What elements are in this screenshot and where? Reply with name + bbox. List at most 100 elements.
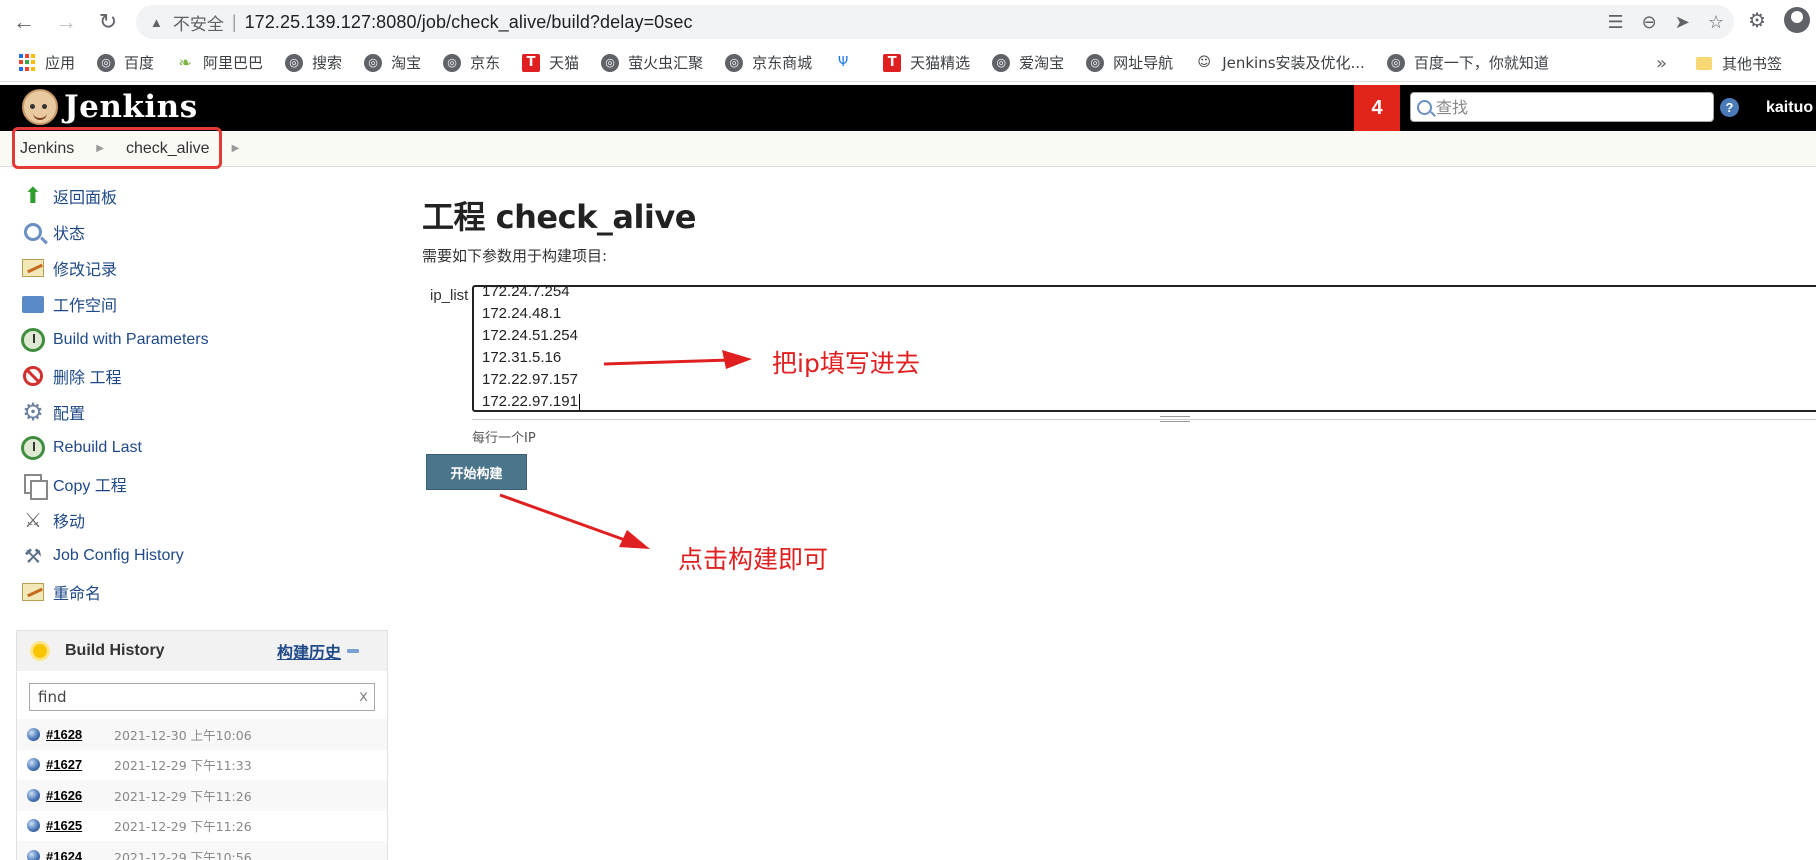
translate-icon[interactable]: ☰ [1608, 12, 1624, 33]
zoom-icon[interactable]: ⊖ [1642, 12, 1657, 33]
ip-line[interactable]: 172.24.48.1 [482, 303, 580, 325]
clear-filter-icon[interactable]: x [359, 687, 368, 705]
bookmark-item[interactable]: ◎ 网址导航 [1086, 52, 1173, 73]
notepad-icon[interactable] [22, 583, 44, 601]
clock-icon[interactable] [21, 328, 45, 352]
no-entry-icon[interactable] [23, 366, 43, 386]
build-filter-input[interactable] [38, 688, 338, 706]
search-box[interactable] [1410, 92, 1714, 122]
bookmark-label[interactable]: Jenkins安装及优化... [1222, 52, 1365, 73]
task-icon-wrapper[interactable] [20, 579, 46, 605]
bookmark-label[interactable]: 百度 [124, 52, 154, 73]
sidebar-task-label[interactable]: 重命名 [53, 580, 101, 604]
sidebar-task[interactable]: ⬆ 返回面板 [20, 178, 380, 214]
build-trend-label[interactable]: 构建历史 [277, 639, 341, 663]
bookmark-item[interactable]: ◎ 淘宝 [364, 52, 421, 73]
sidebar-task-label[interactable]: 返回面板 [53, 184, 117, 208]
sidebar-task-label[interactable]: 配置 [53, 400, 85, 424]
bookmark-item[interactable]: ◎ 搜索 [285, 52, 342, 73]
ip-line[interactable]: 172.22.97.157 [482, 369, 580, 391]
build-status-ball-icon[interactable] [27, 819, 40, 833]
extensions-icon[interactable]: ⚙ [1748, 8, 1766, 33]
bookmark-item[interactable]: T 天猫精选 [883, 52, 970, 73]
build-filter[interactable]: x [29, 683, 375, 711]
build-number-link[interactable]: #1624 [46, 849, 114, 860]
sidebar-task-label[interactable]: Copy 工程 [53, 472, 127, 496]
copy-icon[interactable] [24, 474, 48, 500]
bookmark-star-icon[interactable]: ☆ [1708, 12, 1724, 33]
up-arrow-icon[interactable]: ⬆ [24, 183, 42, 209]
bookmarks-overflow-icon[interactable]: » [1656, 44, 1667, 81]
bookmark-item[interactable]: Ψ [834, 54, 861, 72]
sidebar-task[interactable]: 工作空间 [20, 286, 380, 322]
notepad-icon[interactable] [22, 259, 44, 277]
build-status-ball-icon[interactable] [27, 727, 40, 741]
bookmark-item[interactable]: ◎ 萤火虫汇聚 [601, 52, 703, 73]
sidebar-task[interactable]: 重命名 [20, 574, 380, 610]
send-icon[interactable]: ➤ [1675, 12, 1690, 33]
ip-line[interactable]: 172.31.5.16 [482, 347, 580, 369]
notification-badge[interactable]: 4 [1354, 85, 1400, 131]
build-row[interactable]: #1628 2021-12-30 上午10:06 [17, 719, 387, 750]
ip-line[interactable]: 172.24.7.254 [482, 287, 580, 303]
ip-line[interactable]: 172.22.97.191 [482, 391, 580, 410]
bookmark-item[interactable]: 应用 [18, 52, 75, 73]
bookmark-label[interactable]: 京东商城 [752, 52, 812, 73]
sidebar-task-label[interactable]: 删除 工程 [53, 364, 121, 388]
bookmark-item[interactable]: ◎ 爱淘宝 [992, 52, 1064, 73]
user-link[interactable]: kaituo [1766, 85, 1813, 131]
bookmark-label[interactable]: 网址导航 [1113, 52, 1173, 73]
bookmark-item[interactable]: T 天猫 [522, 52, 579, 73]
sidebar-task[interactable]: 删除 工程 [20, 358, 380, 394]
build-row[interactable]: #1625 2021-12-29 下午11:26 [17, 811, 387, 842]
sidebar-task[interactable]: Copy 工程 [20, 466, 380, 502]
jenkins-logo[interactable]: Jenkins [22, 89, 198, 125]
sidebar-task-label[interactable]: 工作空间 [53, 292, 117, 316]
sidebar-task[interactable]: 修改记录 [20, 250, 380, 286]
warning-icon[interactable]: ▲ [150, 15, 163, 30]
build-status-ball-icon[interactable] [27, 849, 40, 860]
bookmark-label[interactable]: 天猫精选 [910, 52, 970, 73]
bookmark-item[interactable]: ◎ 百度 [97, 52, 154, 73]
forward-icon[interactable]: → [48, 4, 84, 40]
bookmark-label[interactable]: 百度一下，你就知道 [1414, 52, 1549, 73]
address-bar[interactable]: ▲ 不安全 | 172.25.139.127:8080/job/check_al… [136, 5, 1734, 39]
build-row[interactable]: #1626 2021-12-29 下午11:26 [17, 780, 387, 811]
bookmark-item[interactable]: ❧ 阿里巴巴 [176, 52, 263, 73]
build-row[interactable]: #1624 2021-12-29 下午10:56 [17, 841, 387, 860]
other-bookmarks[interactable]: 其他书签 [1696, 44, 1782, 81]
profile-avatar-icon[interactable] [1784, 7, 1810, 33]
collapse-icon[interactable] [347, 649, 360, 653]
magnifier-icon[interactable] [24, 223, 42, 241]
build-number-link[interactable]: #1627 [46, 757, 114, 772]
start-build-button[interactable]: 开始构建 [426, 454, 527, 490]
task-icon-wrapper[interactable] [20, 219, 46, 245]
build-number-link[interactable]: #1625 [46, 818, 114, 833]
url-text[interactable]: 172.25.139.127:8080/job/check_alive/buil… [245, 12, 693, 33]
ip-list-lines[interactable]: 172.24.7.254 172.24.48.1 172.24.51.254 172.… [482, 287, 580, 410]
resize-grip-icon[interactable] [1160, 416, 1190, 422]
build-number-link[interactable]: #1626 [46, 788, 114, 803]
bookmark-label[interactable]: 淘宝 [391, 52, 421, 73]
task-icon-wrapper[interactable]: ⚙ [20, 399, 46, 426]
bookmark-item[interactable]: ☺ Jenkins安装及优化... [1195, 52, 1365, 73]
bookmark-label[interactable]: 京东 [470, 52, 500, 73]
reload-icon[interactable]: ↻ [90, 4, 126, 40]
sidebar-task[interactable]: ⚔ 移动 [20, 502, 380, 538]
bookmark-label[interactable]: 天猫 [549, 52, 579, 73]
folder-icon[interactable] [22, 295, 44, 313]
bookmark-label[interactable]: 搜索 [312, 52, 342, 73]
build-status-ball-icon[interactable] [27, 788, 40, 802]
move-icon[interactable]: ⚔ [24, 508, 42, 533]
build-status-ball-icon[interactable] [27, 758, 40, 772]
bookmark-label[interactable]: 爱淘宝 [1019, 52, 1064, 73]
bookmark-item[interactable]: ◎ 京东商城 [725, 52, 812, 73]
back-icon[interactable]: ← [6, 4, 42, 40]
task-icon-wrapper[interactable] [20, 363, 46, 389]
bookmark-label[interactable]: 阿里巴巴 [203, 52, 263, 73]
sidebar-task-label[interactable]: 状态 [53, 220, 85, 244]
sidebar-task[interactable]: ⚒ Job Config History [20, 538, 380, 574]
help-icon[interactable]: ? [1720, 98, 1739, 117]
bookmark-label[interactable]: 应用 [45, 52, 75, 73]
sidebar-task-label[interactable]: 修改记录 [53, 256, 117, 280]
